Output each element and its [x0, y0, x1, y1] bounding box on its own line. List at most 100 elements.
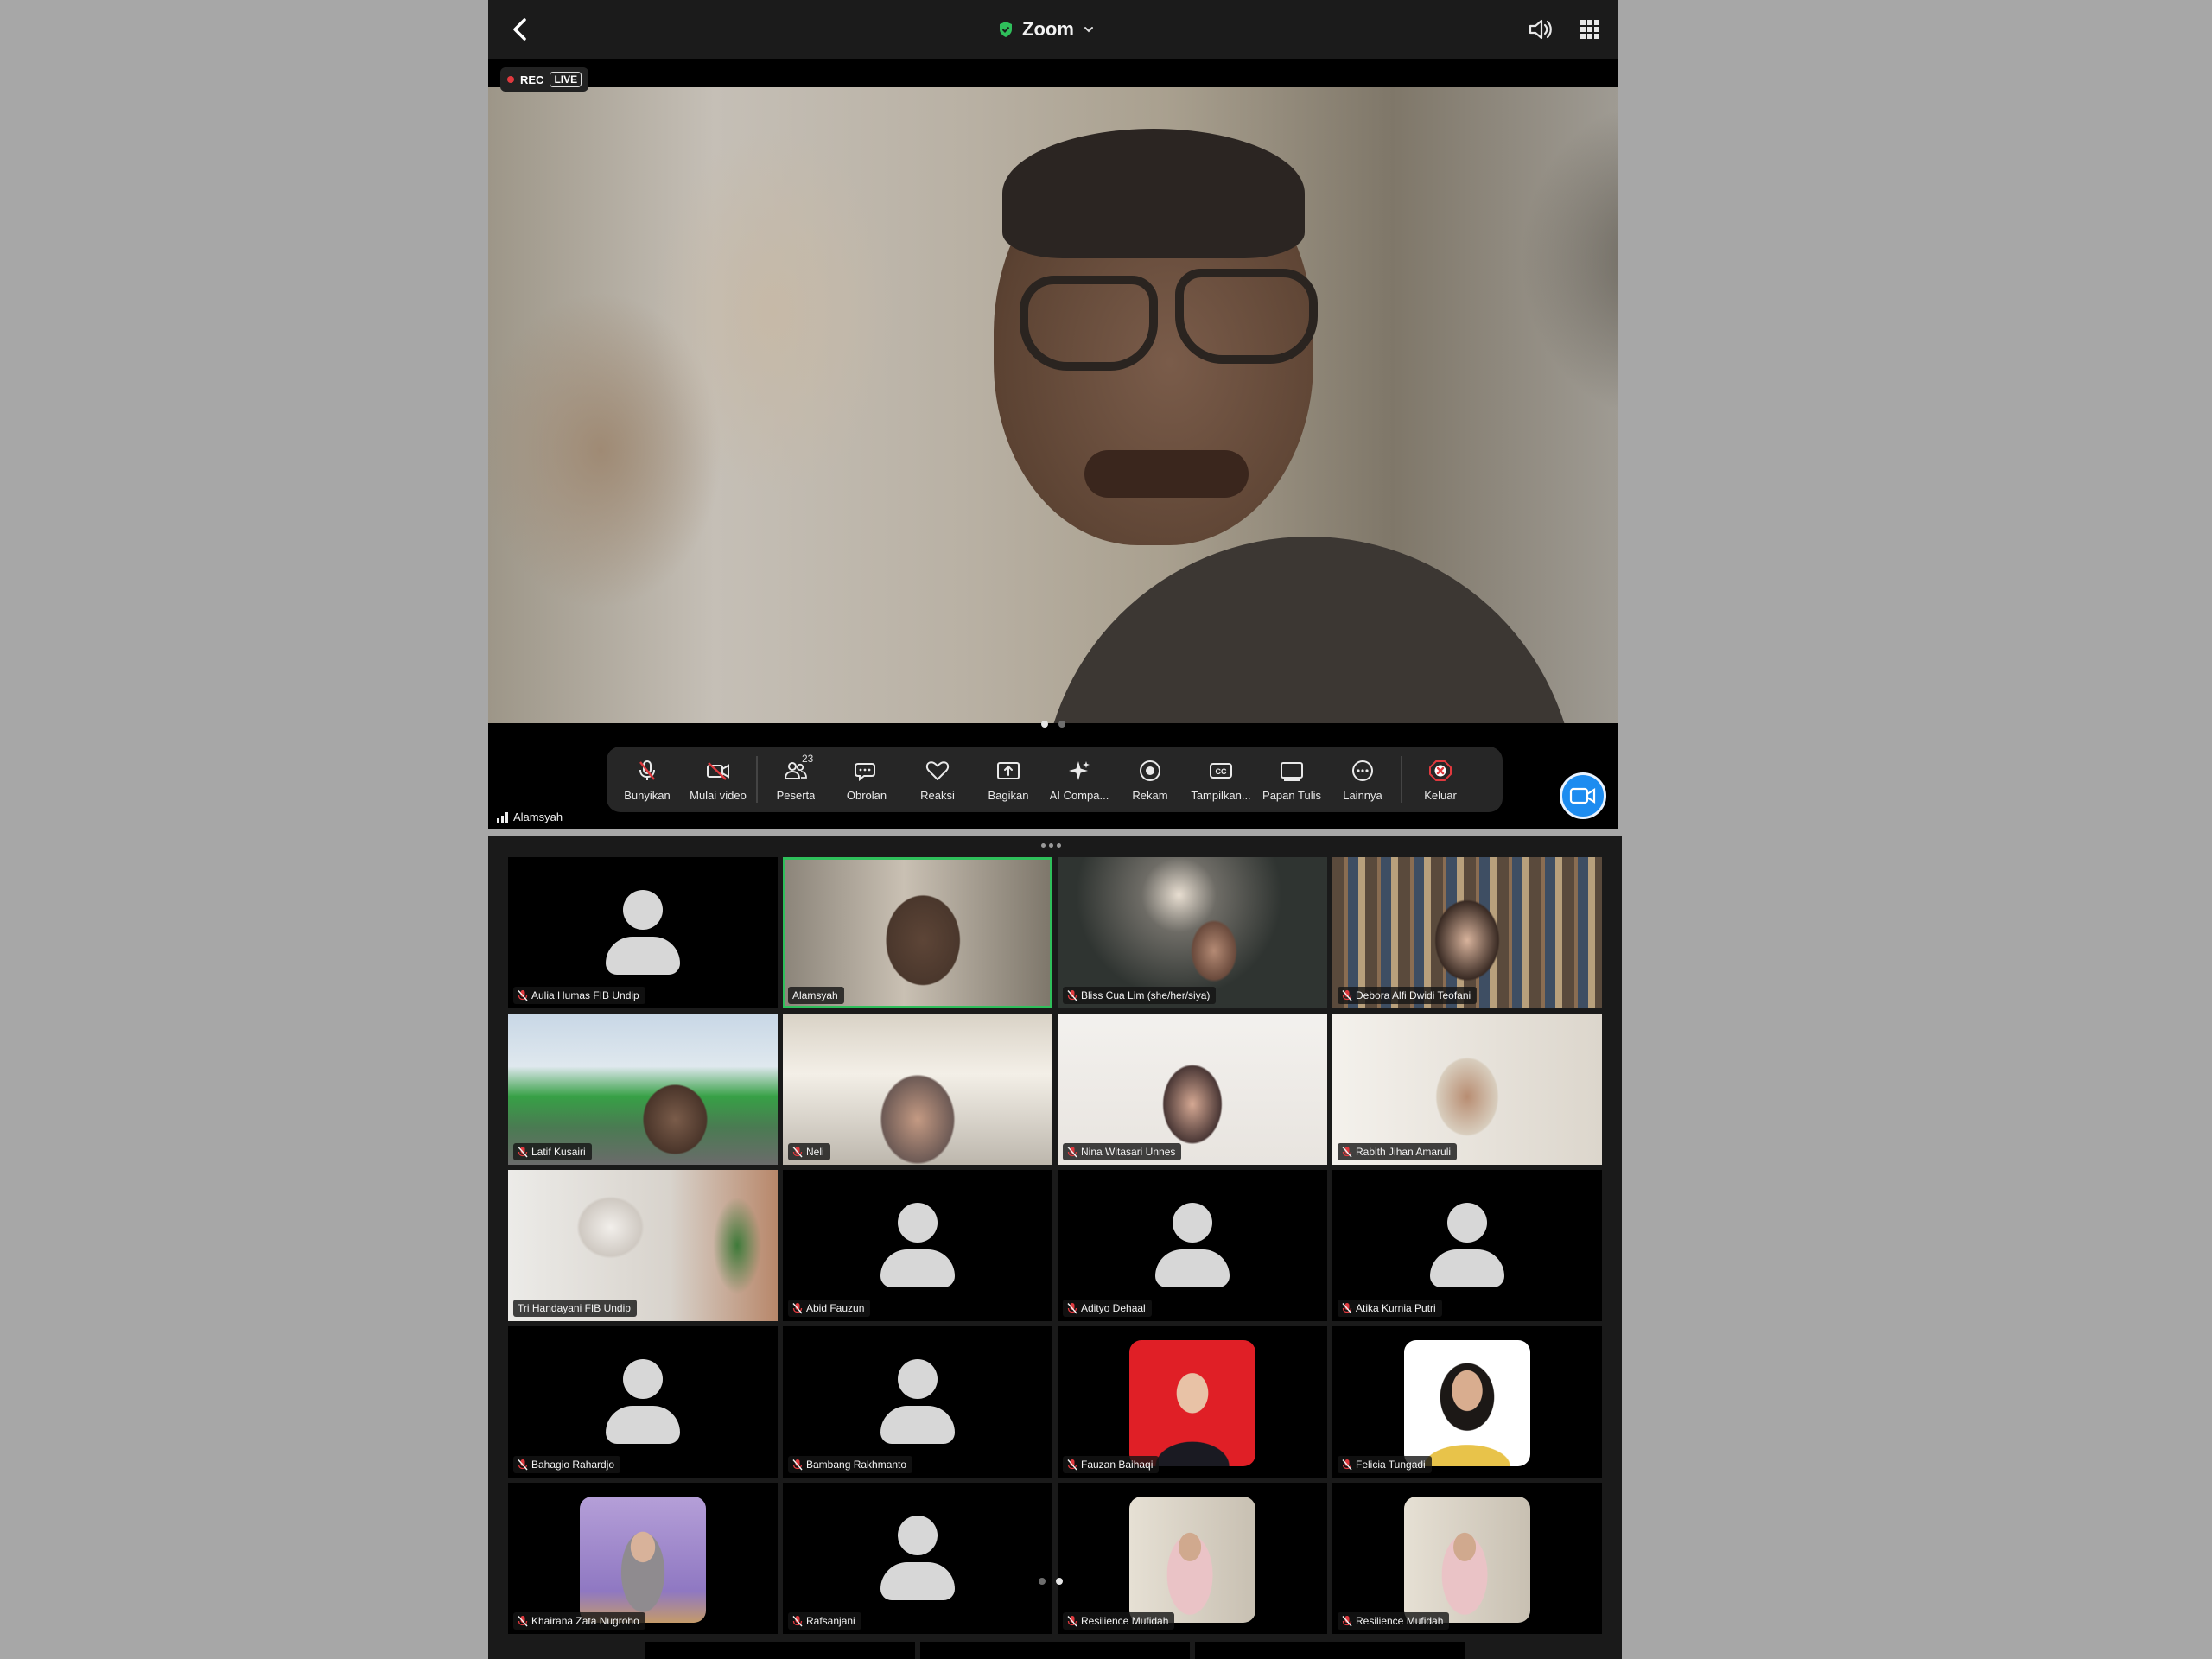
participant-name: Bambang Rakhmanto [806, 1459, 907, 1471]
participant-name-tag: Alamsyah [788, 987, 844, 1004]
participant-name-tag: Neli [788, 1143, 830, 1160]
participant-name-tag: Felicia Tungadi [1338, 1456, 1432, 1473]
participant-name-tag: Bahagio Rahardjo [513, 1456, 621, 1473]
participant-name-tag: Fauzan Baihaqi [1063, 1456, 1160, 1473]
participant-name: Abid Fauzun [806, 1302, 865, 1314]
more-button[interactable]: Lainnya [1327, 749, 1398, 810]
start-video-button[interactable]: Mulai video [683, 749, 753, 810]
floating-video-button[interactable] [1560, 772, 1606, 819]
microphone-muted-icon [1342, 990, 1352, 1001]
record-dot-icon [507, 76, 514, 83]
participant-tile[interactable]: Abid Fauzun [783, 1170, 1052, 1321]
chat-icon [855, 762, 875, 781]
video-off-icon [707, 761, 729, 780]
grid-icon [1580, 20, 1599, 39]
participant-tile[interactable]: Aulia Humas FIB Undip [508, 857, 778, 1008]
active-speaker-video[interactable] [488, 87, 1618, 723]
page-dot[interactable] [1058, 721, 1065, 728]
participant-tile[interactable]: Rafsanjani [783, 1483, 1052, 1634]
profile-photo [580, 1497, 706, 1623]
microphone-muted-icon [1342, 1147, 1352, 1158]
participant-name-tag: Rabith Jihan Amaruli [1338, 1143, 1458, 1160]
microphone-muted-icon [1342, 1459, 1352, 1471]
share-button[interactable]: Bagikan [973, 749, 1044, 810]
whiteboard-button[interactable]: Papan Tulis [1256, 749, 1327, 810]
participant-name-tag: Adityo Dehaal [1063, 1300, 1152, 1317]
participant-name-tag: Latif Kusairi [513, 1143, 592, 1160]
microphone-muted-icon [792, 1303, 803, 1314]
participant-tile[interactable]: Latif Kusairi [508, 1014, 778, 1165]
microphone-muted-icon [1067, 1147, 1077, 1158]
leave-button[interactable]: Keluar [1405, 749, 1476, 810]
chat-button[interactable]: Obrolan [831, 749, 902, 810]
rec-label: REC [520, 73, 544, 86]
speaker-button[interactable] [1523, 12, 1558, 47]
participant-tile[interactable]: Bliss Cua Lim (she/her/siya) [1058, 857, 1327, 1008]
avatar-placeholder-icon [606, 1359, 680, 1444]
signal-strength-icon [497, 811, 508, 823]
participant-tile[interactable]: Rabith Jihan Amaruli [1332, 1014, 1602, 1165]
participant-tile[interactable]: Atika Kurnia Putri [1332, 1170, 1602, 1321]
profile-photo [1129, 1497, 1255, 1623]
whiteboard-icon [1281, 761, 1303, 781]
active-speaker-name: Alamsyah [513, 810, 563, 823]
participant-name-tag: Rafsanjani [788, 1612, 861, 1630]
avatar-placeholder-icon [880, 1516, 955, 1600]
participant-tile[interactable]: Felicia Tungadi [1332, 1326, 1602, 1478]
participant-tile[interactable]: Adityo Dehaal [1058, 1170, 1327, 1321]
participant-tile[interactable]: Fauzan Baihaqi [1058, 1326, 1327, 1478]
participant-tile[interactable]: Khairana Zata Nugroho [508, 1483, 778, 1634]
participant-name: Atika Kurnia Putri [1356, 1302, 1436, 1314]
back-button[interactable] [504, 12, 538, 47]
video-camera-icon [1569, 787, 1596, 804]
live-label: LIVE [550, 72, 582, 87]
participant-name: Rabith Jihan Amaruli [1356, 1146, 1452, 1158]
participant-tile[interactable]: Bambang Rakhmanto [783, 1326, 1052, 1478]
microphone-muted-icon [1067, 1303, 1077, 1314]
microphone-muted-icon [518, 990, 528, 1001]
participant-tile[interactable]: Debora Alfi Dwidi Teofani [1332, 857, 1602, 1008]
participant-tile[interactable]: Tri Handayani FIB Undip [508, 1170, 778, 1321]
microphone-muted-icon [792, 1459, 803, 1471]
participants-button[interactable]: 23 Peserta [760, 749, 831, 810]
partial-tile[interactable] [920, 1642, 1190, 1659]
avatar-placeholder-icon [1430, 1203, 1504, 1287]
participant-name: Felicia Tungadi [1356, 1459, 1426, 1471]
reactions-label: Reaksi [920, 788, 955, 802]
microphone-muted-icon [518, 1147, 528, 1158]
participant-tile[interactable]: Nina Witasari Unnes [1058, 1014, 1327, 1165]
participant-name: Bliss Cua Lim (she/her/siya) [1081, 989, 1211, 1001]
participant-tile[interactable]: Neli [783, 1014, 1052, 1165]
record-button[interactable]: Rekam [1115, 749, 1185, 810]
partial-tile[interactable] [1195, 1642, 1465, 1659]
recording-live-badge[interactable]: REC LIVE [500, 67, 589, 92]
page-dot[interactable] [1039, 1578, 1046, 1585]
reactions-button[interactable]: Reaksi [902, 749, 973, 810]
unmute-button[interactable]: Bunyikan [612, 749, 683, 810]
participant-tile[interactable]: Alamsyah [783, 857, 1052, 1008]
participant-name-tag: Bambang Rakhmanto [788, 1456, 913, 1473]
glasses-left-lens [1020, 276, 1158, 371]
participant-name-tag: Resilience Mufidah [1338, 1612, 1450, 1630]
drag-handle[interactable] [1041, 843, 1061, 848]
gallery-view-button[interactable] [1573, 12, 1607, 47]
partial-tile[interactable] [645, 1642, 915, 1659]
profile-photo [1404, 1340, 1530, 1466]
gallery-page-indicator[interactable] [1039, 1578, 1063, 1585]
participant-name: Tri Handayani FIB Undip [518, 1302, 631, 1314]
avatar-placeholder-icon [606, 890, 680, 975]
glasses-right-lens [1175, 269, 1318, 364]
sparkle-icon [1069, 760, 1090, 780]
meeting-title-dropdown[interactable]: Zoom [998, 12, 1095, 47]
captions-button[interactable]: CC Tampilkan... [1185, 749, 1256, 810]
participant-tile[interactable]: Resilience Mufidah [1332, 1483, 1602, 1634]
page-dot[interactable] [1056, 1578, 1063, 1585]
page-dot[interactable] [1041, 721, 1048, 728]
participant-tile[interactable]: Resilience Mufidah [1058, 1483, 1327, 1634]
unmute-label: Bunyikan [624, 788, 671, 802]
share-screen-icon [997, 761, 1020, 779]
participant-tile[interactable]: Bahagio Rahardjo [508, 1326, 778, 1478]
meeting-title: Zoom [1022, 18, 1074, 40]
page-indicator[interactable] [1041, 721, 1065, 728]
ai-companion-button[interactable]: AI Compa... [1044, 749, 1115, 810]
